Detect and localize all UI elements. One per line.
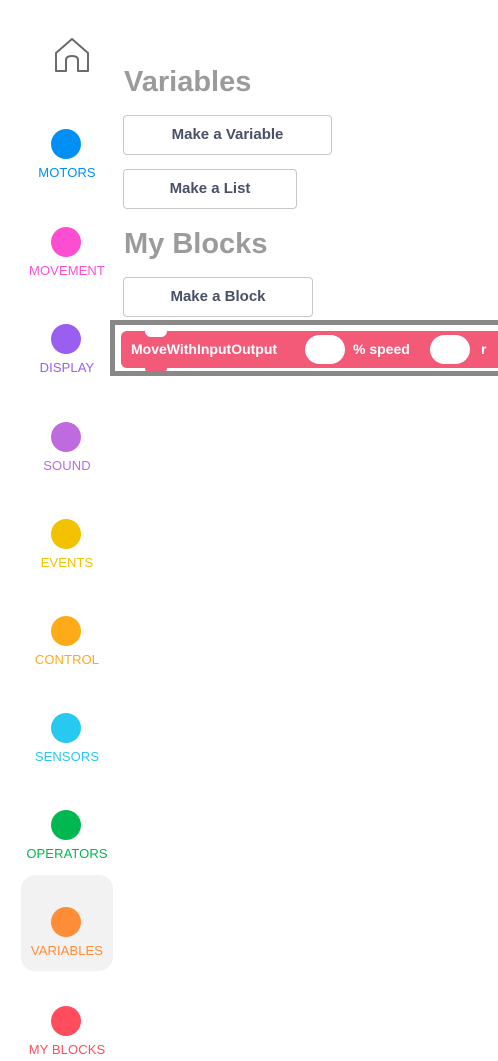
second-input-slot[interactable] — [430, 335, 470, 364]
category-display[interactable]: DISPLAY — [21, 292, 113, 388]
category-label: CONTROL — [34, 652, 100, 667]
category-my-blocks[interactable]: MY BLOCKS — [21, 974, 113, 1061]
variables-dot-icon — [51, 907, 81, 937]
display-dot-icon — [51, 324, 81, 354]
movement-dot-icon — [51, 227, 81, 257]
block-bottom-notch — [145, 367, 167, 371]
home-button[interactable] — [52, 35, 92, 75]
sound-dot-icon — [51, 422, 81, 452]
category-label: VARIABLES — [30, 943, 104, 958]
category-events[interactable]: EVENTS — [21, 487, 113, 583]
custom-block[interactable]: MoveWithInputOutput % speed r — [121, 330, 498, 371]
category-movement[interactable]: MOVEMENT — [21, 195, 113, 291]
my-blocks-section-title: My Blocks — [124, 228, 268, 260]
category-label: SENSORS — [34, 749, 100, 764]
category-label: EVENTS — [40, 555, 94, 570]
category-label: MY BLOCKS — [28, 1042, 106, 1057]
category-variables[interactable]: VARIABLES — [21, 875, 113, 971]
operators-dot-icon — [51, 810, 81, 840]
make-block-button[interactable]: Make a Block — [123, 277, 313, 317]
category-motors[interactable]: MOTORS — [21, 97, 113, 193]
custom-block-highlight: MoveWithInputOutput % speed r — [110, 320, 498, 376]
my-blocks-dot-icon — [51, 1006, 81, 1036]
category-control[interactable]: CONTROL — [21, 584, 113, 680]
home-icon — [55, 38, 89, 72]
custom-block-speed-label: % speed — [353, 341, 410, 357]
category-label: MOTORS — [38, 165, 96, 180]
category-operators[interactable]: OPERATORS — [21, 778, 113, 874]
category-sound[interactable]: SOUND — [21, 390, 113, 486]
motors-dot-icon — [51, 129, 81, 159]
speed-input-slot[interactable] — [305, 335, 345, 364]
custom-block-name: MoveWithInputOutput — [131, 341, 278, 357]
category-label: MOVEMENT — [29, 263, 105, 278]
custom-block-trailing-label: r — [481, 341, 487, 357]
category-label: SOUND — [43, 458, 91, 473]
sensors-dot-icon — [51, 713, 81, 743]
category-label: OPERATORS — [26, 846, 108, 861]
events-dot-icon — [51, 519, 81, 549]
make-variable-button[interactable]: Make a Variable — [123, 115, 332, 155]
variables-section-title: Variables — [124, 66, 252, 98]
control-dot-icon — [51, 616, 81, 646]
app-window: MOTORS MOVEMENT DISPLAY SOUND EVENTS CON… — [0, 0, 498, 1061]
category-sensors[interactable]: SENSORS — [21, 681, 113, 777]
category-sidebar: MOTORS MOVEMENT DISPLAY SOUND EVENTS CON… — [0, 0, 118, 1061]
make-list-button[interactable]: Make a List — [123, 169, 297, 209]
